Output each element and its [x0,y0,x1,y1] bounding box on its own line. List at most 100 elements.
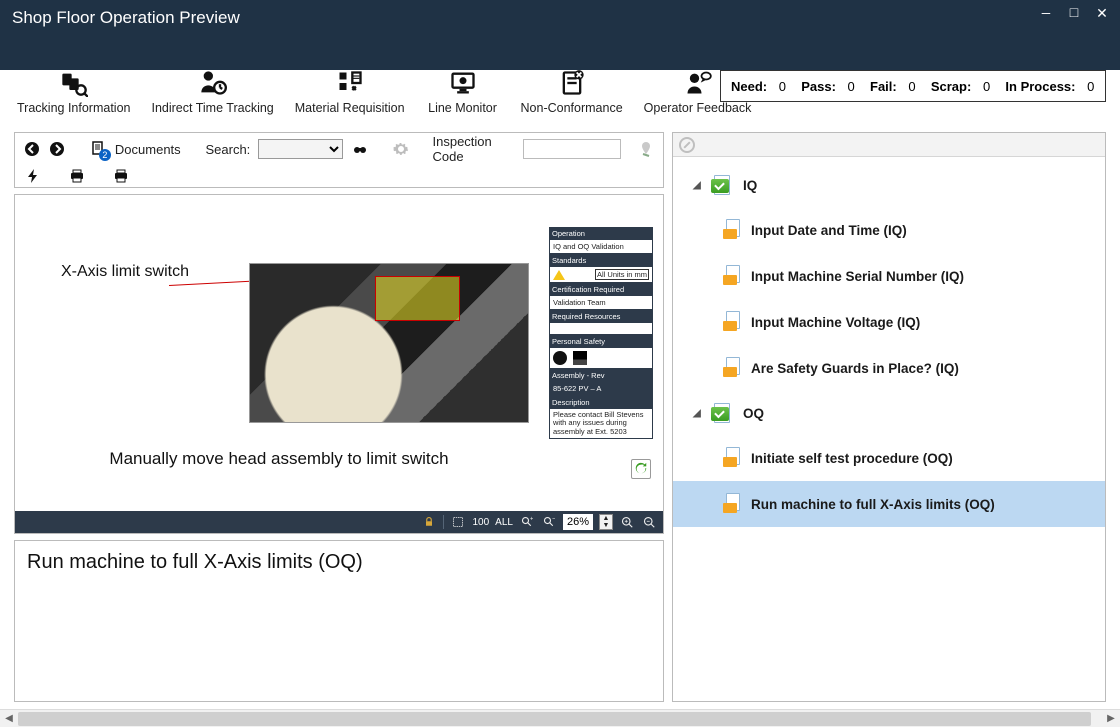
card-operation-val: IQ and OQ Validation [549,240,653,254]
nav-forward-button[interactable] [49,139,67,159]
refresh-button[interactable] [631,459,651,479]
print-all-icon[interactable] [111,166,131,186]
zoom-value: 26% [563,514,593,530]
face-mask-icon [553,351,567,365]
warning-triangle-icon [553,270,565,280]
status-counters: Need: 0 Pass: 0 Fail: 0 Scrap: 0 In Proc… [720,70,1106,102]
feature-label: Material Requisition [295,101,405,115]
search-dropdown[interactable] [258,139,343,159]
horizontal-scrollbar[interactable]: ◀ ▶ [0,709,1120,727]
task-doc-icon [723,265,743,287]
safety-boot-icon [573,351,587,365]
maximize-button[interactable]: □ [1066,6,1082,22]
titlebar: Shop Floor Operation Preview — □ ✕ [0,0,1120,70]
indirect-time-icon [198,68,228,98]
need-value: 0 [779,79,786,94]
documents-icon[interactable] [89,139,107,159]
left-pane: Documents Search: Inspection Code [14,132,664,702]
inspection-code-input[interactable] [523,139,621,159]
tree-item[interactable]: Input Machine Voltage (IQ) [673,299,1105,345]
footer-all[interactable]: ALL [495,517,513,528]
scroll-left-arrow[interactable]: ◀ [0,710,18,727]
inprocess-value: 0 [1087,79,1094,94]
viewer-canvas[interactable]: X-Axis limit switch Manually move head a… [19,199,659,509]
scroll-thumb[interactable] [18,712,1091,726]
task-doc-icon [723,447,743,469]
instruction-caption: Manually move head assembly to limit swi… [19,449,539,469]
task-doc-icon [723,357,743,379]
zoom-out-tool-icon[interactable]: − [541,514,557,530]
card-assembly-hdr: Assembly - Rev [549,369,653,382]
operation-tree: ◢ IQ Input Date and Time (IQ) Input Mach… [673,157,1105,701]
fail-value: 0 [908,79,915,94]
zoom-in-tool-icon[interactable]: + [519,514,535,530]
operator-feedback-icon [683,68,713,98]
feature-material-requisition[interactable]: Material Requisition [292,68,408,115]
feature-tracking-information[interactable]: Tracking Information [14,68,133,115]
card-assembly-val: 85-622 PV – A [549,382,653,396]
material-req-icon [335,68,365,98]
gear-icon[interactable] [392,139,410,159]
tree-item-label: Input Machine Voltage (IQ) [751,315,920,330]
expander-icon[interactable]: ◢ [693,180,703,191]
search-label: Search: [205,142,250,157]
tree-item[interactable]: Input Machine Serial Number (IQ) [673,253,1105,299]
tree-item-label: Run machine to full X-Axis limits (OQ) [751,497,995,512]
tree-group-oq[interactable]: ◢ OQ [673,391,1105,435]
card-cert-val: Validation Team [549,296,653,310]
select-tool-icon[interactable] [450,514,466,530]
lock-icon[interactable] [421,514,437,530]
feature-bar: Tracking Information Indirect Time Track… [14,62,754,121]
card-resources-cell [549,323,653,335]
scrap-label: Scrap: [931,79,971,94]
window-controls: — □ ✕ [1038,6,1110,22]
folder-check-icon [711,402,735,424]
feature-non-conformance[interactable]: Non-Conformance [518,68,626,115]
documents-label: Documents [115,142,181,157]
card-desc-hdr: Description [549,396,653,409]
zoom-out-icon[interactable] [641,514,657,530]
svg-text:+: + [530,517,533,523]
minimize-button[interactable]: — [1038,6,1054,22]
detail-title: Run machine to full X-Axis limits (OQ) [27,551,651,574]
scrap-value: 0 [983,79,990,94]
binoculars-icon[interactable] [351,139,369,159]
tree-item[interactable]: Are Safety Guards in Place? (IQ) [673,345,1105,391]
feature-indirect-time-tracking[interactable]: Indirect Time Tracking [148,68,276,115]
tree-group-label: OQ [743,406,764,421]
pin-location-icon[interactable] [637,139,655,159]
tree-group-label: IQ [743,178,757,193]
inprocess-label: In Process: [1005,79,1075,94]
card-safety-icons [549,348,653,369]
feature-label: Indirect Time Tracking [151,101,273,115]
nav-back-button[interactable] [23,139,41,159]
print-icon[interactable] [67,166,87,186]
pass-value: 0 [848,79,855,94]
tree-item[interactable]: Input Date and Time (IQ) [673,207,1105,253]
feature-line-monitor[interactable]: Line Monitor [423,68,503,115]
card-resources-hdr: Required Resources [549,310,653,323]
tree-group-iq[interactable]: ◢ IQ [673,163,1105,207]
close-button[interactable]: ✕ [1094,6,1110,22]
card-standards-cell: All Units in mm [549,267,653,283]
footer-100[interactable]: 100 [472,517,489,528]
content-area: Tracking Information Indirect Time Track… [0,70,1120,727]
feature-label: Line Monitor [428,101,497,115]
scroll-right-arrow[interactable]: ▶ [1102,710,1120,727]
right-pane: ◢ IQ Input Date and Time (IQ) Input Mach… [672,132,1106,702]
disabled-tool-icon [679,137,695,153]
card-standards-note: All Units in mm [595,269,649,280]
tree-item[interactable]: Initiate self test procedure (OQ) [673,435,1105,481]
feature-label: Operator Feedback [644,101,752,115]
tree-item-selected[interactable]: Run machine to full X-Axis limits (OQ) [673,481,1105,527]
detail-pane: Run machine to full X-Axis limits (OQ) [14,540,664,702]
instruction-photo [249,263,529,423]
window-title: Shop Floor Operation Preview [12,8,240,28]
lightning-icon[interactable] [23,166,43,186]
zoom-stepper[interactable]: ▲▼ [599,514,613,530]
expander-icon[interactable]: ◢ [693,408,703,419]
zoom-in-icon[interactable] [619,514,635,530]
highlight-box [375,276,460,321]
scroll-track[interactable] [18,710,1102,727]
operation-info-card: Operation IQ and OQ Validation Standards… [549,227,653,439]
